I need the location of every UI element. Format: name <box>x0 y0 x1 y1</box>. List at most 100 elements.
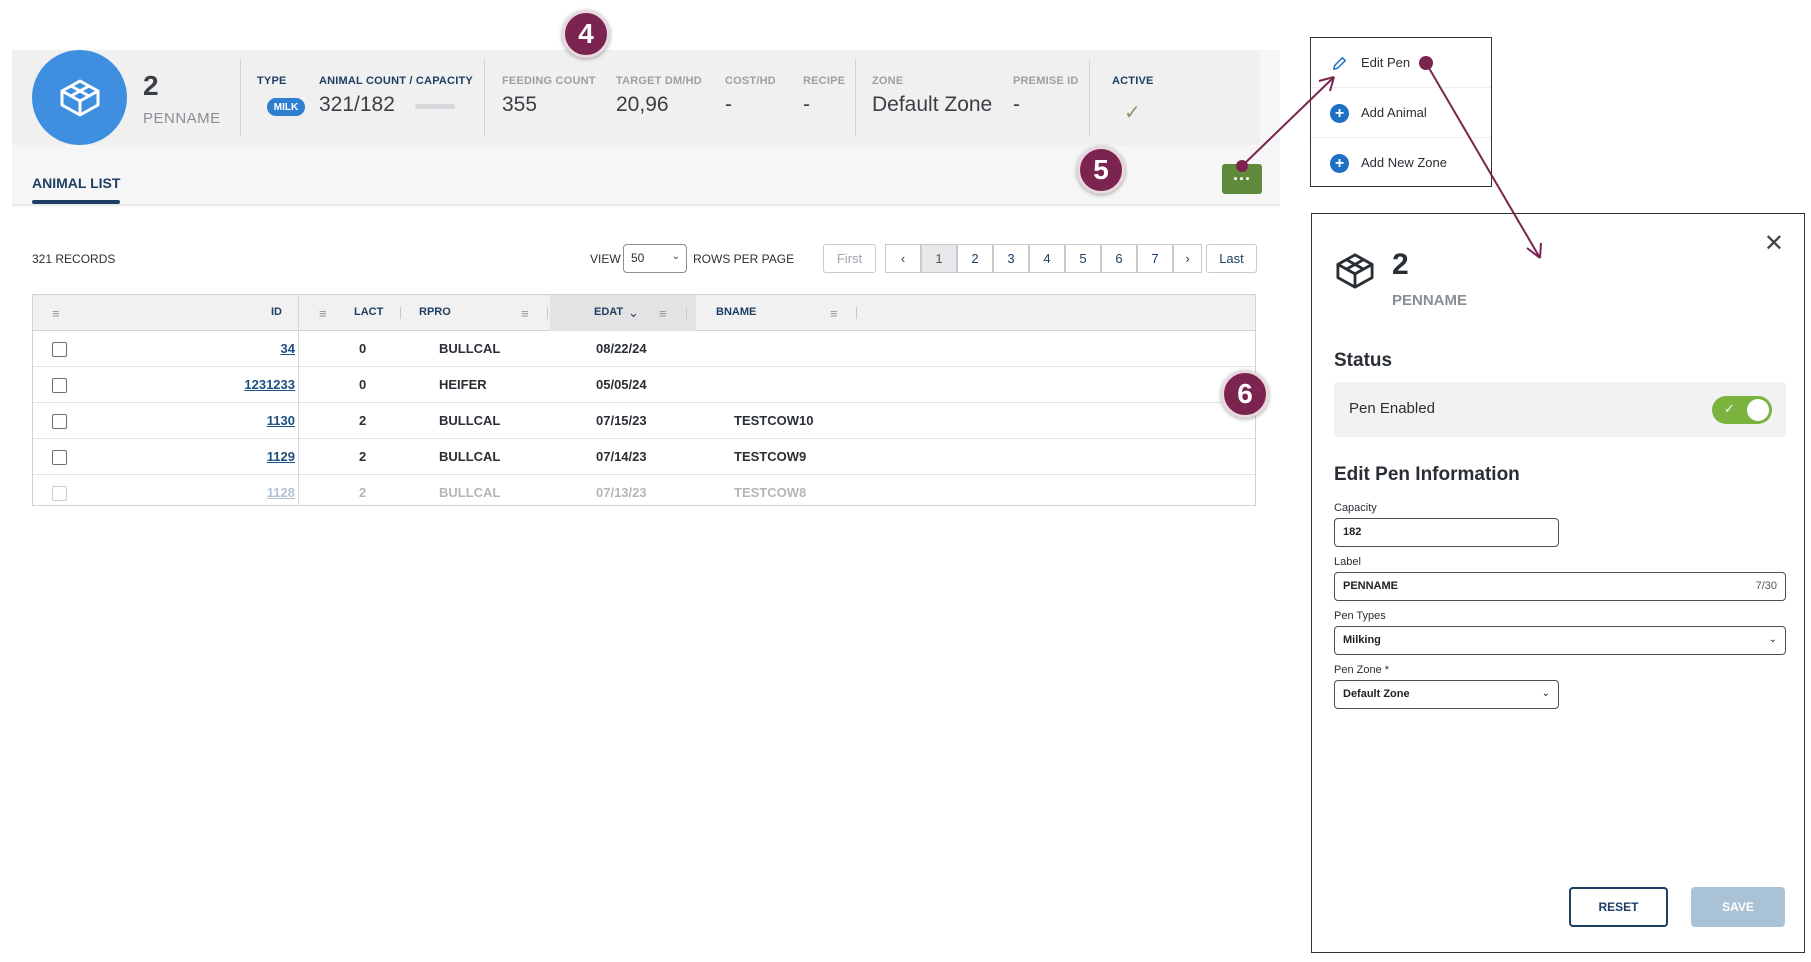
capacity-label: Capacity <box>1334 502 1377 514</box>
label-field[interactable]: PENNAME 7/30 <box>1334 572 1786 601</box>
edit-info-title: Edit Pen Information <box>1334 464 1520 485</box>
pen-types-label: Pen Types <box>1334 610 1386 622</box>
pen-actions-menu: Edit Pen + Add Animal + Add New Zone <box>1310 37 1492 187</box>
column-menu-icon[interactable]: ≡ <box>319 306 327 321</box>
divider <box>240 60 241 136</box>
column-menu-icon[interactable]: ≡ <box>830 306 838 321</box>
edat-cell: 05/05/24 <box>596 377 647 392</box>
edit-pen-panel: ✕ 2 PENNAME Status Pen Enabled ✓ Edit Pe… <box>1311 213 1805 953</box>
pager-last-button[interactable]: Last <box>1206 244 1257 273</box>
pen-icon <box>1336 253 1374 289</box>
target-dm-label: TARGET DM/HD <box>616 75 702 87</box>
label-value: PENNAME <box>1343 580 1399 592</box>
edat-cell: 07/14/23 <box>596 449 647 464</box>
pager-page-1[interactable]: 1 <box>921 244 957 273</box>
table-row[interactable]: 1130 2 BULLCAL 07/15/23 TESTCOW10 <box>33 403 1255 439</box>
rows-per-page-value: 50 <box>631 251 645 265</box>
cost-value: - <box>725 93 732 116</box>
pen-types-select[interactable]: Milking ⌄ <box>1334 626 1786 655</box>
rows-per-page-label: ROWS PER PAGE <box>693 252 795 266</box>
pager-page-5[interactable]: 5 <box>1065 244 1101 273</box>
toggle-knob <box>1747 399 1769 421</box>
callout-5: 5 <box>1077 146 1125 194</box>
premise-label: PREMISE ID <box>1013 75 1079 87</box>
animal-id-link[interactable]: 1231233 <box>65 377 295 392</box>
bname-cell: TESTCOW8 <box>734 485 807 500</box>
table-row[interactable]: 1129 2 BULLCAL 07/14/23 TESTCOW9 <box>33 439 1255 475</box>
column-header-bname[interactable]: BNAME <box>716 306 756 318</box>
animal-id-link[interactable]: 1128 <box>65 485 295 500</box>
pen-name: PENNAME <box>143 110 221 127</box>
rows-per-page-select[interactable]: 50 ⌄ <box>623 244 687 273</box>
column-menu-icon[interactable]: ≡ <box>659 306 667 321</box>
more-actions-button[interactable]: ··· <box>1222 164 1262 194</box>
animal-count-value: 321/182 <box>319 93 395 116</box>
pen-types-value: Milking <box>1343 634 1381 646</box>
column-header-id[interactable]: ID <box>271 306 282 318</box>
animal-id-link[interactable]: 1129 <box>65 449 295 464</box>
header-shadow <box>12 204 1280 208</box>
pager-page-4[interactable]: 4 <box>1029 244 1065 273</box>
pager-page-3[interactable]: 3 <box>993 244 1029 273</box>
type-badge: MILK <box>267 98 305 116</box>
menu-item-label: Add New Zone <box>1361 155 1447 170</box>
char-counter: 7/30 <box>1755 580 1777 592</box>
panel-pen-name: PENNAME <box>1392 292 1468 309</box>
table-row[interactable]: 1128 2 BULLCAL 07/13/23 TESTCOW8 <box>33 475 1255 505</box>
pencil-icon <box>1333 57 1346 70</box>
column-header-lact[interactable]: LACT <box>354 306 383 318</box>
pager-first-button[interactable]: First <box>823 244 876 273</box>
pager-page-6[interactable]: 6 <box>1101 244 1137 273</box>
pen-avatar <box>32 50 127 145</box>
chevron-down-icon: ⌄ <box>1768 634 1777 645</box>
table-header: ≡ ID ≡ LACT RPRO ≡ EDAT ⌄ ≡ BNAME ≡ <box>33 295 1255 331</box>
edat-cell: 08/22/24 <box>596 341 647 356</box>
column-menu-icon[interactable]: ≡ <box>521 306 529 321</box>
tab-animal-list[interactable]: ANIMAL LIST <box>32 175 120 191</box>
sort-desc-icon[interactable]: ⌄ <box>628 305 639 321</box>
column-header-rpro[interactable]: RPRO <box>419 306 451 318</box>
edat-cell: 07/13/23 <box>596 485 647 500</box>
pen-icon <box>60 79 99 116</box>
capacity-bar <box>415 104 455 109</box>
animal-count-label: ANIMAL COUNT / CAPACITY <box>319 75 473 87</box>
animal-id-link[interactable]: 34 <box>65 341 295 356</box>
capacity-field[interactable]: 182 <box>1334 518 1559 547</box>
menu-item-add-new-zone[interactable]: + Add New Zone <box>1311 138 1491 188</box>
reset-button[interactable]: RESET <box>1569 887 1668 927</box>
close-icon[interactable]: ✕ <box>1764 232 1784 256</box>
column-menu-icon[interactable]: ≡ <box>52 306 60 321</box>
pager-page-2[interactable]: 2 <box>957 244 993 273</box>
callout-6: 6 <box>1221 370 1269 418</box>
menu-item-edit-pen[interactable]: Edit Pen <box>1311 38 1491 88</box>
pen-zone-label: Pen Zone * <box>1334 664 1390 676</box>
animal-id-link[interactable]: 1130 <box>65 413 295 428</box>
menu-item-add-animal[interactable]: + Add Animal <box>1311 88 1491 138</box>
chevron-down-icon: ⌄ <box>671 251 680 262</box>
save-button[interactable]: SAVE <box>1691 887 1785 927</box>
pen-enabled-label: Pen Enabled <box>1349 400 1435 417</box>
pen-zone-select[interactable]: Default Zone ⌄ <box>1334 680 1559 709</box>
pen-number: 2 <box>143 70 159 101</box>
column-header-edat[interactable]: EDAT <box>594 306 623 318</box>
rpro-cell: BULLCAL <box>439 413 501 428</box>
table-row[interactable]: 1231233 0 HEIFER 05/05/24 <box>33 367 1255 403</box>
plus-circle-icon: + <box>1330 154 1349 173</box>
table-row[interactable]: 34 0 BULLCAL 08/22/24 <box>33 331 1255 367</box>
menu-item-label: Edit Pen <box>1361 55 1411 70</box>
pager-prev-button[interactable]: ‹ <box>885 244 921 273</box>
pen-enabled-toggle[interactable]: ✓ <box>1712 396 1772 424</box>
premise-value: - <box>1013 93 1020 116</box>
cost-label: COST/HD <box>725 75 776 87</box>
status-title: Status <box>1334 350 1393 371</box>
menu-item-label: Add Animal <box>1361 105 1427 120</box>
pager-next-button[interactable]: › <box>1173 244 1202 273</box>
lact-cell: 2 <box>359 485 367 500</box>
recipe-label: RECIPE <box>803 75 846 87</box>
chevron-down-icon: ⌄ <box>1541 688 1550 699</box>
column-separator <box>400 307 401 319</box>
id-column-divider <box>298 295 299 505</box>
rpro-cell: BULLCAL <box>439 341 501 356</box>
pager-page-7[interactable]: 7 <box>1137 244 1173 273</box>
column-separator <box>547 307 548 319</box>
